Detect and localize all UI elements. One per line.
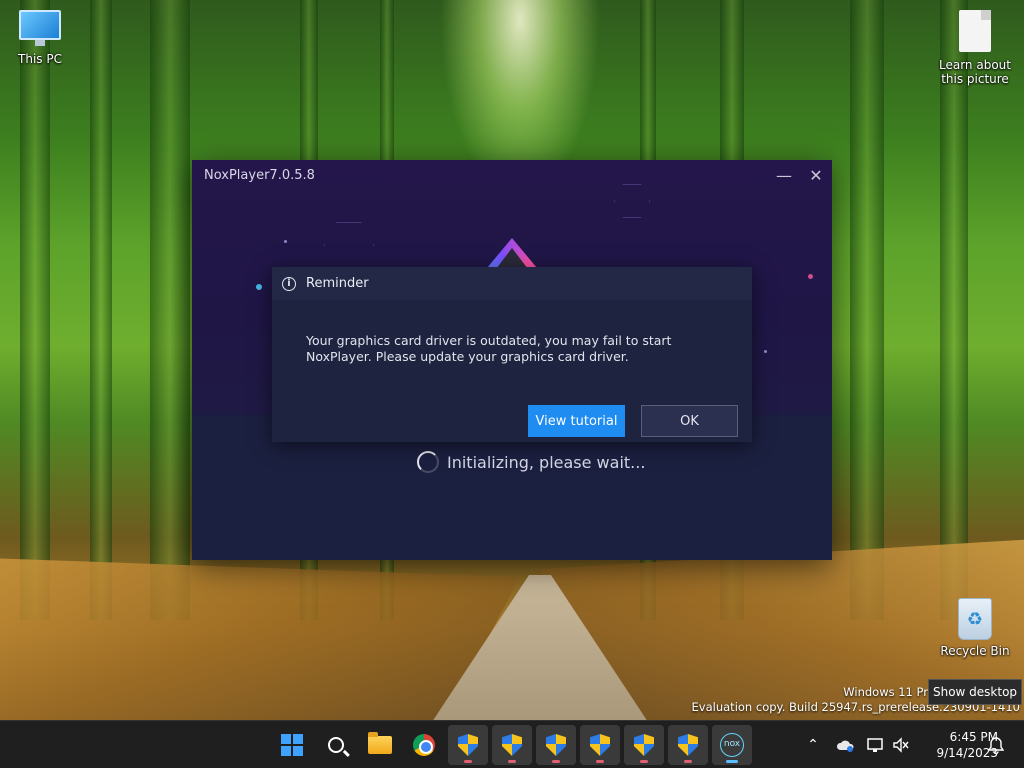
decorative-dot xyxy=(764,350,767,353)
notifications-bell-icon[interactable] xyxy=(984,721,1008,768)
desktop-icon-learn-about-picture[interactable]: Learn about this picture xyxy=(935,10,1015,86)
windows-logo-icon xyxy=(281,734,303,756)
desktop-icon-label: Learn about this picture xyxy=(939,58,1011,86)
taskbar-shield-app-1[interactable] xyxy=(448,725,488,765)
spinner-icon xyxy=(417,451,439,473)
running-indicator xyxy=(640,760,648,763)
chrome-icon xyxy=(413,734,435,756)
bamboo-stalk xyxy=(90,0,112,620)
taskbar-shield-app-6[interactable] xyxy=(668,725,708,765)
dialog-title: Reminder xyxy=(306,276,369,291)
close-button[interactable]: ✕ xyxy=(804,164,828,188)
decorative-dot xyxy=(256,284,262,290)
taskbar: nox ⌃ 6:45 PM 9/14/2023 xyxy=(0,720,1024,768)
active-indicator xyxy=(726,760,738,763)
network-icon[interactable] xyxy=(864,721,886,768)
recycle-bin-icon: ♻ xyxy=(958,598,992,640)
running-indicator xyxy=(552,760,560,763)
running-indicator xyxy=(684,760,692,763)
monitor-icon xyxy=(19,10,61,46)
shield-icon xyxy=(678,734,698,756)
document-icon xyxy=(959,10,991,52)
desktop-icon-this-pc[interactable]: This PC xyxy=(0,10,80,66)
decorative-hexagon xyxy=(324,222,374,268)
shield-icon xyxy=(502,734,522,756)
wallpaper-grass-left xyxy=(0,558,520,725)
dialog-message: Your graphics card driver is outdated, y… xyxy=(306,333,672,364)
taskbar-noxplayer[interactable]: nox xyxy=(712,725,752,765)
view-tutorial-button[interactable]: View tutorial xyxy=(528,405,625,437)
minimize-button[interactable]: — xyxy=(772,164,796,188)
taskbar-shield-app-3[interactable] xyxy=(536,725,576,765)
bamboo-stalk xyxy=(150,0,190,620)
start-button[interactable] xyxy=(272,725,312,765)
bamboo-stalk xyxy=(20,0,50,620)
file-explorer-button[interactable] xyxy=(360,725,400,765)
running-indicator xyxy=(508,760,516,763)
taskbar-shield-app-2[interactable] xyxy=(492,725,532,765)
folder-icon xyxy=(368,732,392,754)
search-icon xyxy=(328,737,344,753)
running-indicator xyxy=(464,760,472,763)
search-button[interactable] xyxy=(316,725,356,765)
info-icon: i xyxy=(282,277,296,291)
dialog-header: i Reminder xyxy=(272,267,752,300)
taskbar-shield-app-4[interactable] xyxy=(580,725,620,765)
noxplayer-window: NoxPlayer7.0.5.8 — ✕ Initializing, pleas… xyxy=(192,160,832,560)
window-titlebar[interactable]: NoxPlayer7.0.5.8 — ✕ xyxy=(192,160,832,192)
nox-icon: nox xyxy=(720,733,744,757)
decorative-dot xyxy=(284,240,287,243)
bamboo-stalk xyxy=(850,0,884,620)
volume-muted-icon[interactable] xyxy=(890,721,912,768)
loading-text: Initializing, please wait... xyxy=(447,452,646,472)
chrome-button[interactable] xyxy=(404,725,444,765)
loading-indicator: Initializing, please wait... xyxy=(417,451,645,473)
onedrive-icon[interactable] xyxy=(834,721,856,768)
show-desktop-tooltip: Show desktop xyxy=(928,679,1022,705)
show-hidden-icons-button[interactable]: ⌃ xyxy=(802,721,824,768)
desktop-icon-label: Recycle Bin xyxy=(940,644,1010,658)
desktop-icon-label: This PC xyxy=(18,52,62,66)
shield-icon xyxy=(458,734,478,756)
decorative-dot xyxy=(808,274,813,279)
running-indicator xyxy=(596,760,604,763)
shield-icon xyxy=(634,734,654,756)
shield-icon xyxy=(546,734,566,756)
desktop-icon-recycle-bin[interactable]: ♻ Recycle Bin xyxy=(935,598,1015,658)
shield-icon xyxy=(590,734,610,756)
ok-button[interactable]: OK xyxy=(641,405,738,437)
reminder-dialog: i Reminder Your graphics card driver is … xyxy=(272,267,752,442)
window-title: NoxPlayer7.0.5.8 xyxy=(204,168,315,183)
bamboo-stalk xyxy=(940,0,968,620)
taskbar-shield-app-5[interactable] xyxy=(624,725,664,765)
